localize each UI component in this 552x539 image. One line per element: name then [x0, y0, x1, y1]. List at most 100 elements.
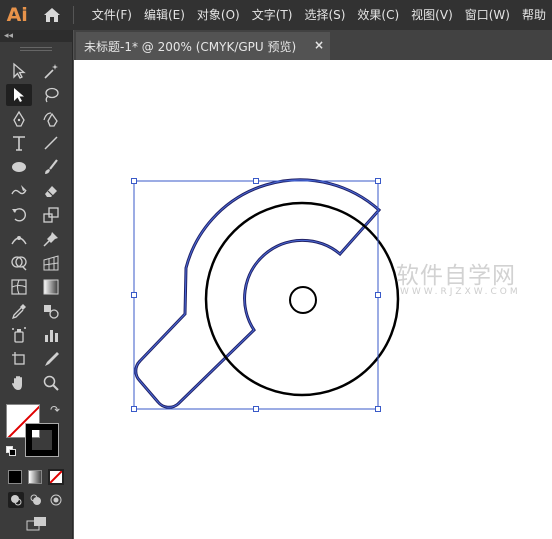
menu-edit[interactable]: 编辑(E): [138, 0, 191, 30]
tools-panel-grip[interactable]: [20, 47, 52, 51]
lasso-tool-icon: [45, 87, 59, 103]
width-tool[interactable]: [6, 228, 32, 250]
draw-behind-button[interactable]: [28, 492, 44, 508]
paintbrush-tool[interactable]: [38, 156, 64, 178]
handle-bottom-right[interactable]: [375, 406, 381, 412]
shape-builder-tool-icon: [11, 256, 27, 271]
direct-selection-tool-icon: [14, 88, 24, 102]
menu-effect[interactable]: 效果(C): [351, 0, 405, 30]
symbol-sprayer-tool-icon: [12, 327, 26, 343]
handle-middle-left[interactable]: [131, 292, 137, 298]
gradient-mode-button[interactable]: [28, 470, 42, 484]
shape-builder-tool[interactable]: [6, 252, 32, 274]
rotate-tool[interactable]: [6, 204, 32, 226]
mesh-tool-icon: [11, 279, 27, 295]
collapse-panel-button[interactable]: ◂◂: [4, 30, 13, 42]
eyedropper-tool-icon: [11, 304, 26, 320]
magic-wand-tool-icon: [44, 64, 58, 79]
column-graph-tool[interactable]: [38, 324, 64, 346]
draw-behind-icon: [30, 494, 41, 505]
large-circle[interactable]: [204, 201, 400, 397]
home-icon: [43, 8, 60, 22]
puppet-warp-tool[interactable]: [38, 228, 64, 250]
menu-help[interactable]: 帮助: [516, 0, 552, 30]
menu-select[interactable]: 选择(S): [298, 0, 351, 30]
curvature-tool[interactable]: [38, 108, 64, 130]
pen-tool[interactable]: [6, 108, 32, 130]
handle-top-left[interactable]: [131, 178, 137, 184]
artboard-tool[interactable]: [6, 348, 32, 370]
handle-middle-right[interactable]: [375, 292, 381, 298]
small-circle[interactable]: [289, 286, 317, 314]
none-mode-icon: [50, 471, 62, 483]
menu-object[interactable]: 对象(O): [191, 0, 246, 30]
zoom-tool-icon: [43, 375, 59, 391]
type-tool[interactable]: [6, 132, 32, 154]
shaper-tool[interactable]: [6, 180, 32, 202]
curvature-tool-icon: [43, 112, 58, 127]
menu-file[interactable]: 文件(F): [86, 0, 138, 30]
hand-tool[interactable]: [6, 372, 32, 394]
gradient-tool[interactable]: [38, 276, 64, 298]
stroke-swatch[interactable]: [25, 423, 59, 457]
magic-wand-tool[interactable]: [38, 60, 64, 82]
menu-separator: [72, 6, 74, 24]
width-tool-icon: [11, 236, 27, 245]
ellipse-tool-icon: [12, 162, 26, 172]
document-tab[interactable]: 未标题-1* @ 200% (CMYK/GPU 预览) ×: [76, 32, 330, 60]
shaper-tool-icon: [11, 185, 27, 195]
perspective-grid-tool[interactable]: [38, 252, 64, 274]
draw-inside-icon: [50, 494, 62, 506]
artwork[interactable]: [74, 60, 552, 539]
handle-bottom-left[interactable]: [131, 406, 137, 412]
perspective-grid-tool-icon: [43, 255, 59, 271]
change-screen-mode-button[interactable]: [26, 516, 48, 532]
scale-tool-icon: [43, 207, 59, 223]
ellipse-tool[interactable]: [6, 156, 32, 178]
eraser-tool[interactable]: [38, 180, 64, 202]
gradient-tool-icon: [43, 279, 59, 295]
eraser-tool-icon: [45, 186, 57, 197]
color-mode-button[interactable]: [8, 470, 22, 484]
mesh-tool[interactable]: [6, 276, 32, 298]
draw-normal-button[interactable]: [8, 492, 24, 508]
menu-type[interactable]: 文字(T): [246, 0, 299, 30]
slice-tool[interactable]: [38, 348, 64, 370]
watermark: 软件自学网: [396, 263, 516, 289]
lasso-tool[interactable]: [38, 84, 64, 106]
scale-tool[interactable]: [38, 204, 64, 226]
zoom-tool[interactable]: [38, 372, 64, 394]
artboard-tool-icon: [12, 352, 25, 365]
document-tab-bar: 未标题-1* @ 200% (CMYK/GPU 预览) ×: [74, 30, 552, 60]
draw-inside-button[interactable]: [48, 492, 64, 508]
handle-bottom-center[interactable]: [253, 406, 259, 412]
app-logo: Ai: [6, 4, 28, 26]
hand-tool-icon: [12, 376, 22, 390]
menu-bar: Ai 文件(F) 编辑(E) 对象(O) 文字(T) 选择(S) 效果(C) 视…: [0, 0, 552, 30]
selection-tool[interactable]: [6, 60, 32, 82]
artboard-canvas[interactable]: 软件自学网 WWW.RJZXW.COM: [74, 60, 552, 539]
blend-tool[interactable]: [38, 300, 64, 322]
swap-fill-stroke-icon[interactable]: ↷: [50, 404, 60, 416]
screen-mode-icon: [26, 517, 46, 531]
default-fill-stroke-icon[interactable]: [6, 446, 16, 456]
column-graph-tool-icon: [45, 330, 58, 342]
close-tab-button[interactable]: ×: [314, 38, 324, 52]
none-mode-button[interactable]: [48, 469, 64, 485]
rotate-tool-icon: [12, 208, 26, 222]
handle-top-center[interactable]: [253, 178, 259, 184]
direct-selection-tool[interactable]: [6, 84, 32, 106]
symbol-sprayer-tool[interactable]: [6, 324, 32, 346]
document-tab-title: 未标题-1* @ 200% (CMYK/GPU 预览): [84, 39, 297, 54]
home-button[interactable]: [38, 0, 64, 30]
slice-tool-icon: [45, 352, 59, 366]
menu-window[interactable]: 窗口(W): [459, 0, 516, 30]
handle-top-right[interactable]: [375, 178, 381, 184]
blend-tool-icon: [44, 305, 59, 319]
eyedropper-tool[interactable]: [6, 300, 32, 322]
puppet-warp-tool-icon: [43, 232, 58, 247]
pen-tool-icon: [13, 110, 25, 127]
menu-view[interactable]: 视图(V): [405, 0, 459, 30]
draw-normal-icon: [11, 495, 22, 506]
line-segment-tool[interactable]: [38, 132, 64, 154]
